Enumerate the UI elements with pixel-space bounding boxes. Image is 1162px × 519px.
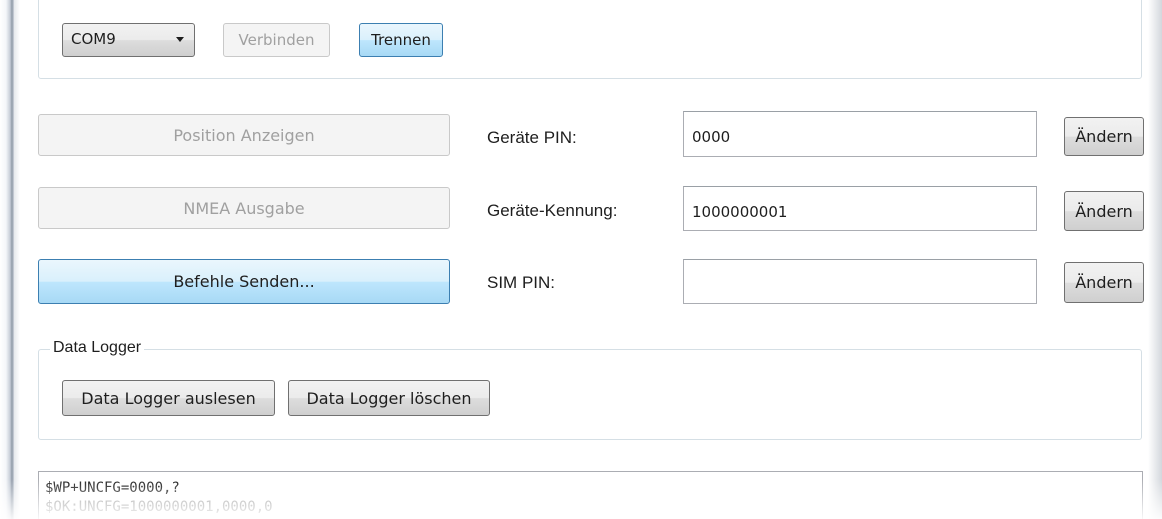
send-commands-button[interactable]: Befehle Senden... [38, 259, 450, 304]
chevron-down-icon [176, 37, 184, 42]
com-port-select[interactable]: COM9 [62, 23, 195, 57]
change-device-id-button[interactable]: Ändern [1064, 191, 1144, 231]
console-output[interactable]: $WP+UNCFG=0000,? $OK:UNCFG=1000000001,00… [38, 471, 1143, 519]
device-pin-label: Geräte PIN: [487, 128, 577, 147]
data-logger-title: Data Logger [50, 339, 145, 357]
device-id-label: Geräte-Kennung: [487, 201, 618, 220]
console-line: $WP+UNCFG=0000,? [45, 480, 180, 496]
read-data-logger-button[interactable]: Data Logger auslesen [62, 380, 275, 416]
device-id-input[interactable] [683, 186, 1037, 231]
connection-group [38, 0, 1142, 79]
disconnect-button[interactable]: Trennen [359, 23, 443, 57]
sim-pin-input[interactable] [683, 259, 1037, 304]
delete-data-logger-button[interactable]: Data Logger löschen [288, 380, 490, 416]
show-position-button[interactable]: Position Anzeigen [38, 114, 450, 156]
change-sim-pin-button[interactable]: Ändern [1064, 262, 1144, 303]
console-line: $OK:UNCFG=1000000001,0000,0 [45, 499, 273, 515]
window-shadow-right [1148, 0, 1162, 519]
device-pin-input[interactable] [683, 111, 1037, 157]
nmea-output-button[interactable]: NMEA Ausgabe [38, 187, 450, 229]
com-port-value: COM9 [71, 30, 116, 48]
app-window: COM9 Verbinden Trennen Position Anzeigen… [0, 0, 1162, 519]
sim-pin-label: SIM PIN: [487, 273, 556, 292]
window-frame-shadow [14, 0, 20, 519]
change-device-pin-button[interactable]: Ändern [1064, 117, 1144, 156]
window-frame-left [0, 0, 14, 519]
connect-button[interactable]: Verbinden [223, 23, 330, 57]
